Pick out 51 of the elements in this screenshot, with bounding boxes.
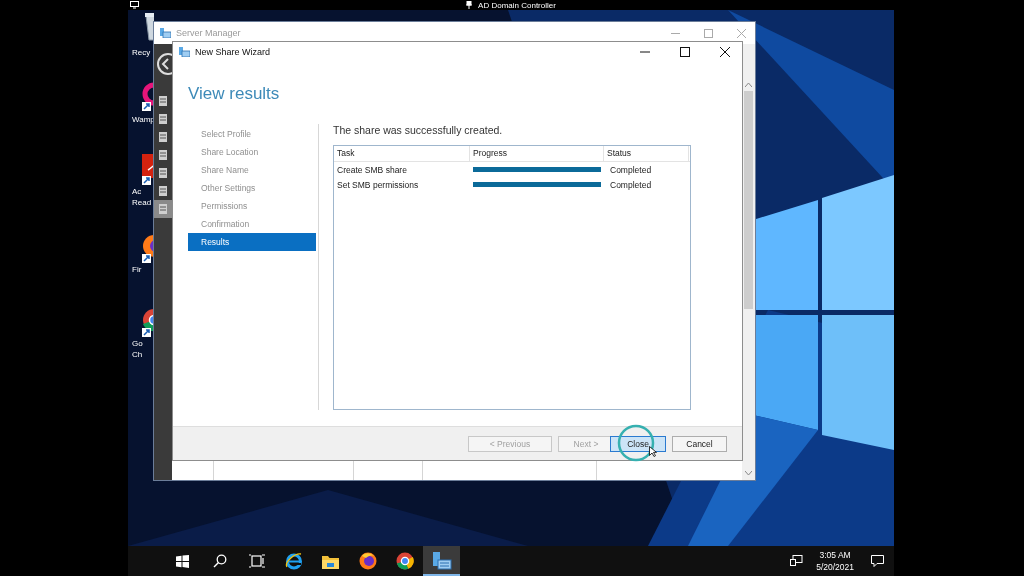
start-icon[interactable] — [176, 554, 189, 568]
table-cell-text: Set SMB permissions — [336, 179, 420, 190]
result-message: The share was successfully created. — [333, 124, 504, 136]
window-title: Server Manager — [176, 28, 242, 38]
wizard-button[interactable]: Close — [610, 435, 666, 452]
cursor-icon — [649, 446, 657, 457]
desktop-icon-label[interactable]: Go — [132, 338, 143, 349]
monitor-icon[interactable] — [130, 1, 139, 9]
desktop-icon-label[interactable]: Recy — [132, 47, 151, 58]
page-heading: View results — [188, 84, 281, 104]
column-header[interactable]: Status — [604, 146, 689, 161]
wizard-step[interactable]: Results — [188, 233, 316, 251]
folder-icon[interactable] — [322, 553, 339, 569]
maximize-icon[interactable] — [679, 47, 690, 57]
wizard-button[interactable]: Cancel — [672, 435, 727, 452]
share-wizard-icon — [179, 47, 190, 57]
column-header[interactable]: Progress — [470, 146, 604, 161]
close-icon[interactable] — [719, 47, 730, 57]
connection-title: AD Domain Controller — [478, 0, 556, 10]
wizard-step[interactable]: Share Location — [188, 143, 316, 161]
table-cell-text: Completed — [609, 179, 652, 190]
wizard-step[interactable]: Select Profile — [188, 125, 316, 143]
desktop-icon-label[interactable]: Fir — [132, 264, 142, 275]
browser-icon[interactable] — [395, 552, 414, 570]
notification-icon[interactable] — [870, 555, 884, 567]
click-ring-icon — [617, 424, 655, 462]
table-cell-text: Completed — [609, 164, 652, 175]
clock-date[interactable]: 5/20/2021 — [816, 561, 854, 573]
search-icon[interactable] — [212, 554, 227, 568]
window-title: New Share Wizard — [195, 47, 272, 57]
scroll-down-icon[interactable] — [745, 471, 752, 476]
table-cell-text: Create SMB share — [336, 164, 408, 175]
desktop-icon-label[interactable]: Read — [132, 197, 152, 208]
server-manager-icon[interactable] — [431, 552, 452, 570]
desktop-icon-label[interactable]: Ac — [132, 186, 142, 197]
back-icon[interactable] — [154, 50, 172, 78]
server-manager-icon — [160, 28, 171, 38]
wizard-step[interactable]: Permissions — [188, 197, 316, 215]
browser-e-icon[interactable] — [284, 552, 303, 570]
network-icon[interactable] — [789, 555, 803, 567]
browser-icon[interactable] — [358, 552, 377, 570]
wizard-step[interactable]: Confirmation — [188, 215, 316, 233]
desktop-icon-label[interactable]: Ch — [132, 349, 143, 360]
task-view-icon[interactable] — [248, 554, 265, 568]
scrollbar-thumb[interactable] — [744, 91, 753, 309]
column-header[interactable]: Task — [334, 146, 470, 161]
wizard-step[interactable]: Share Name — [188, 161, 316, 179]
clock-time[interactable]: 3:05 AM — [819, 549, 851, 561]
wizard-step[interactable]: Other Settings — [188, 179, 316, 197]
pin-icon[interactable] — [466, 1, 473, 9]
scroll-up-icon[interactable] — [745, 82, 752, 87]
